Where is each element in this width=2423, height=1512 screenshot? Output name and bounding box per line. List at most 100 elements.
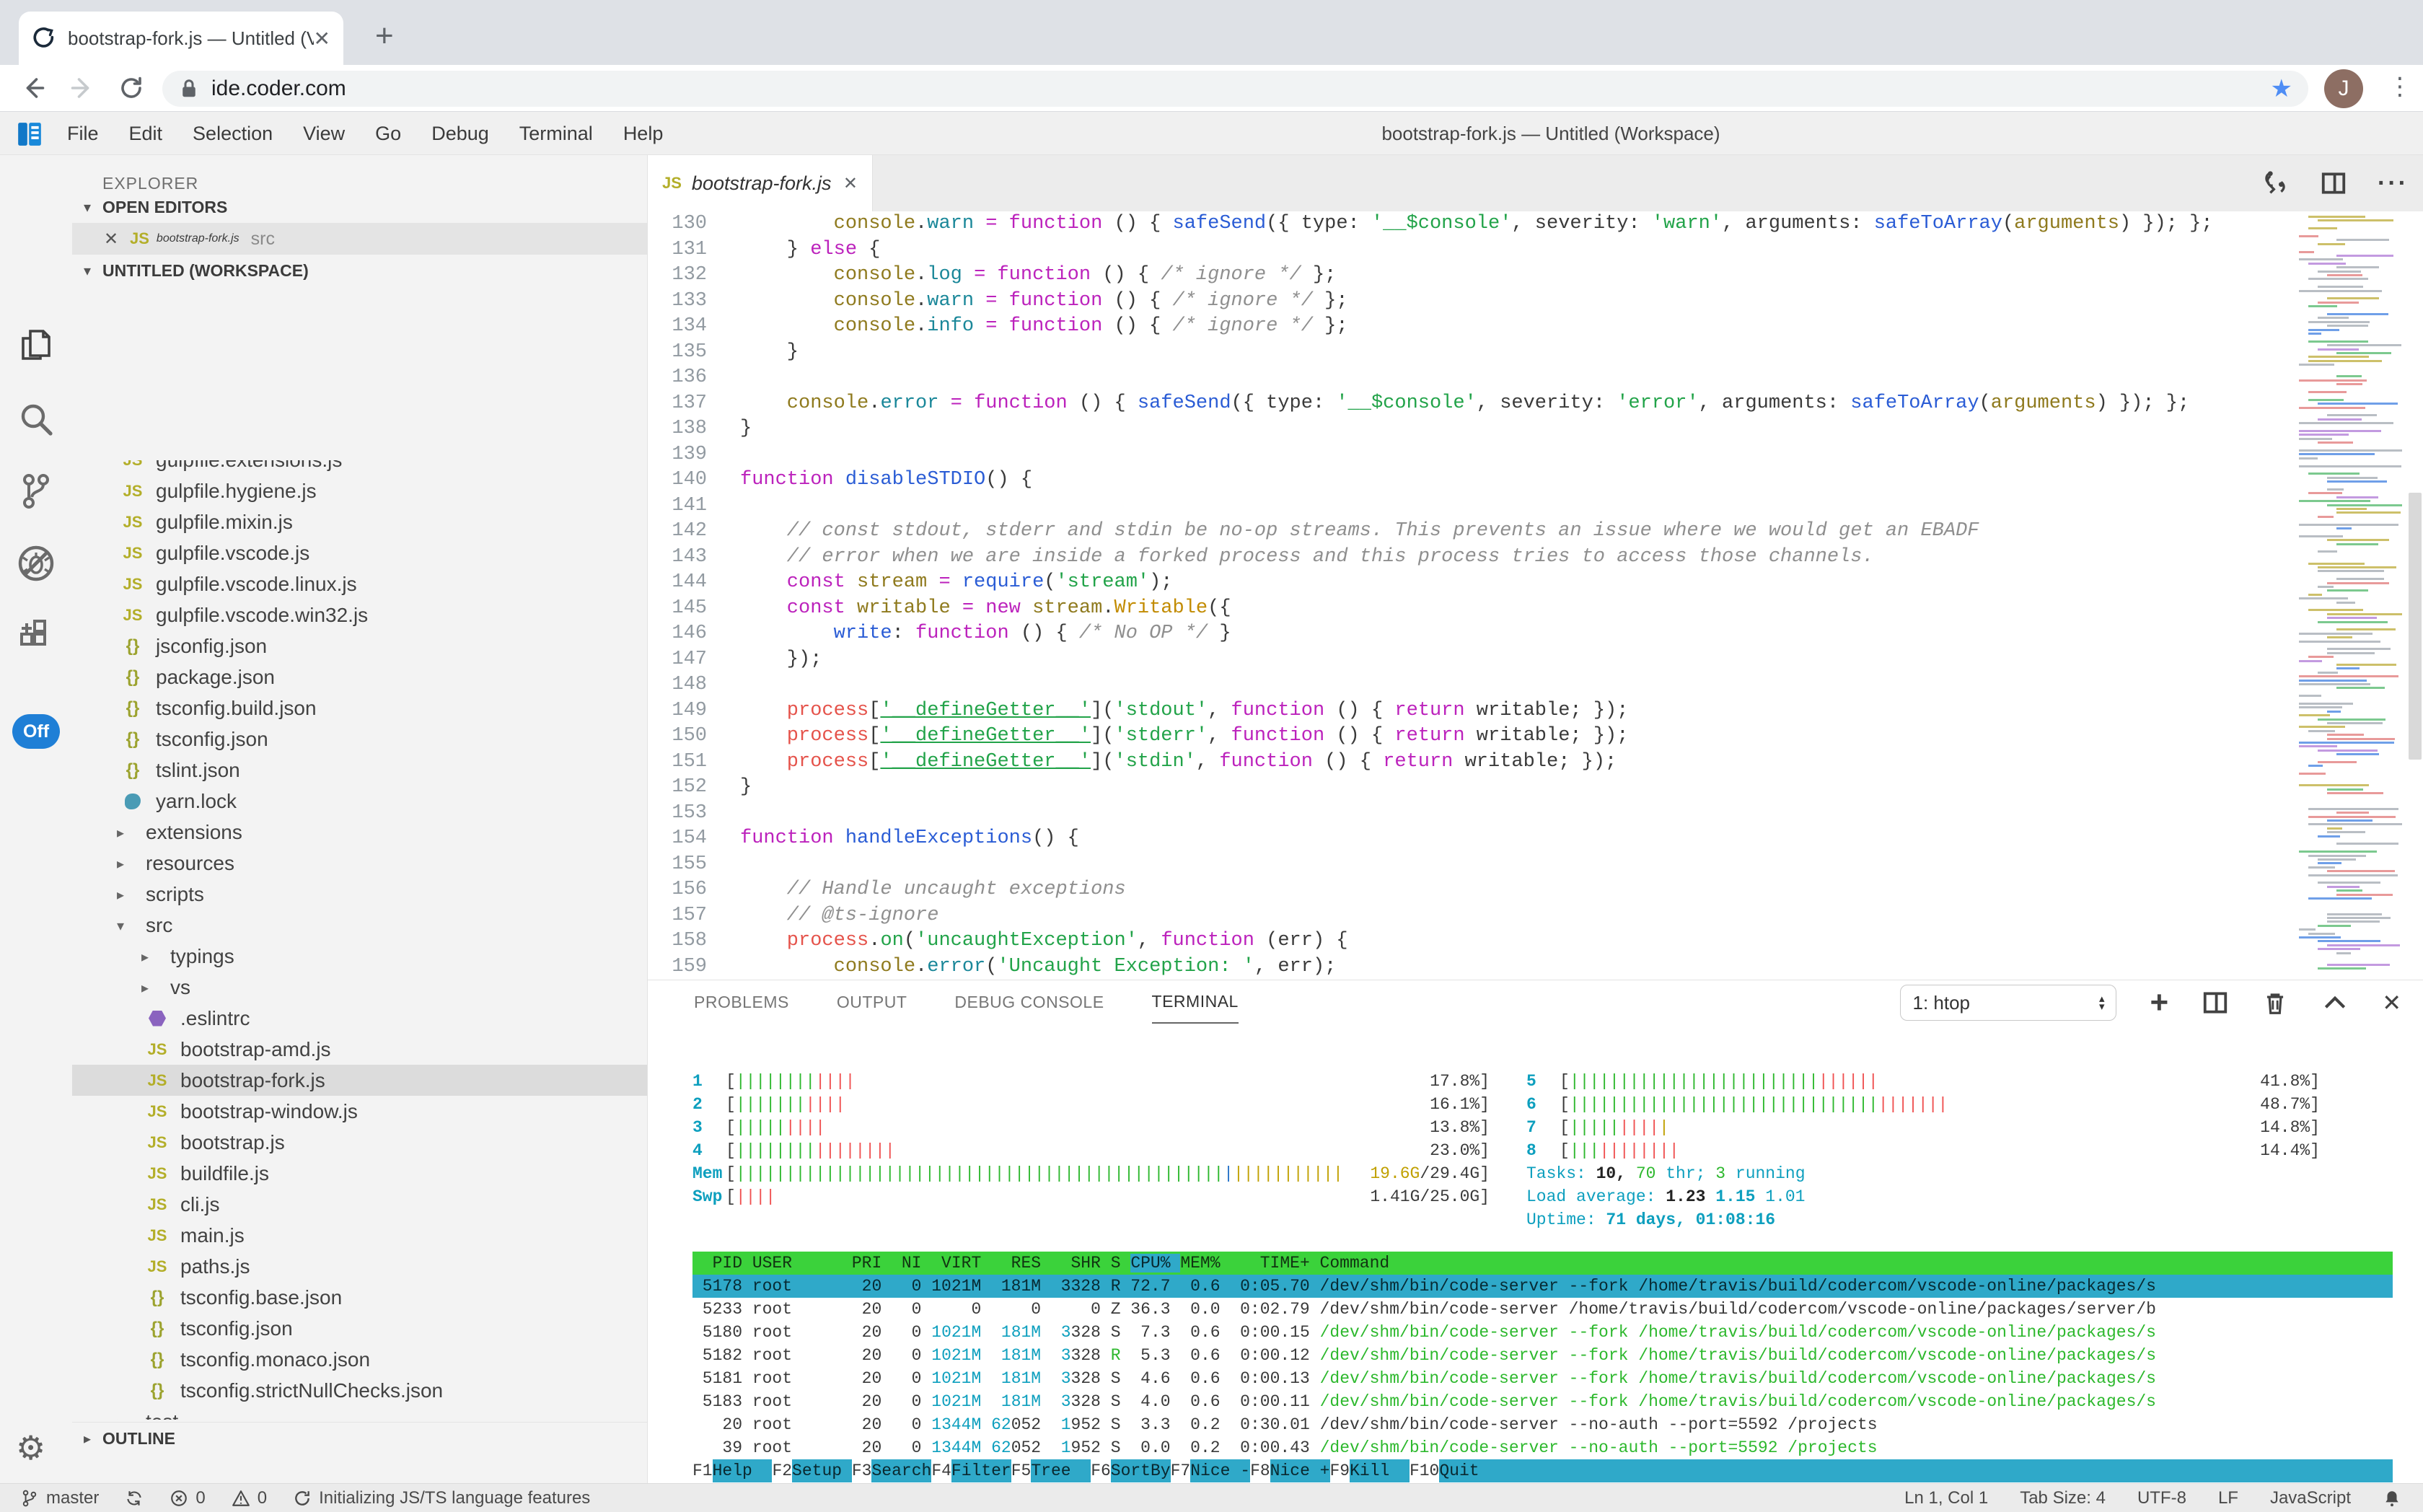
tree-item-jsconfig.json[interactable]: {}jsconfig.json — [72, 630, 647, 662]
panel-tab-problems[interactable]: PROBLEMS — [694, 980, 789, 1024]
tree-item-tslint.json[interactable]: {}tslint.json — [72, 755, 647, 786]
new-terminal-icon[interactable]: + — [2150, 988, 2168, 1017]
tree-item-vs[interactable]: ▸vs — [72, 972, 647, 1003]
status-javascript[interactable]: JavaScript — [2270, 1488, 2351, 1508]
tree-item-typings[interactable]: ▸typings — [72, 941, 647, 972]
editor-tab[interactable]: JS bootstrap-fork.js ✕ — [648, 155, 873, 211]
explorer-icon[interactable] — [16, 327, 56, 367]
tree-item-test[interactable]: ▸test — [72, 1406, 647, 1420]
tree-item-gulpfile.vscode.js[interactable]: JSgulpfile.vscode.js — [72, 537, 647, 568]
status-0[interactable]: 0 — [170, 1488, 205, 1508]
tree-item-src[interactable]: ▾src — [72, 910, 647, 941]
menu-debug[interactable]: Debug — [416, 123, 504, 145]
htop-F5-label[interactable]: Tree — [1031, 1459, 1091, 1482]
htop-F10-label[interactable]: Quit — [1439, 1459, 2393, 1482]
htop-process-row[interactable]: 5178 root 20 0 1021M 181M 3328 R 72.7 0.… — [692, 1275, 2393, 1298]
tree-item-tsconfig.json[interactable]: {}tsconfig.json — [72, 1313, 647, 1344]
htop-process-row[interactable]: 5183 root 20 0 1021M 181M 3328 S 4.0 0.6… — [692, 1390, 2393, 1413]
close-panel-icon[interactable]: ✕ — [2382, 989, 2401, 1016]
tree-item-cli.js[interactable]: JScli.js — [72, 1189, 647, 1220]
maximize-panel-icon[interactable] — [2321, 989, 2349, 1016]
menu-view[interactable]: View — [288, 123, 360, 145]
minimap[interactable] — [2296, 216, 2406, 973]
htop-process-row[interactable]: 20 root 20 0 1344M 62052 1952 S 3.3 0.2 … — [692, 1413, 2393, 1436]
status-utf-8[interactable]: UTF-8 — [2137, 1488, 2186, 1508]
new-tab-button[interactable]: + — [375, 20, 394, 52]
outline-header[interactable]: ▸ OUTLINE — [72, 1422, 647, 1454]
browser-tab[interactable]: bootstrap-fork.js — Untitled (V ✕ — [19, 12, 343, 65]
open-editor-item[interactable]: ✕ JS bootstrap-fork.js src — [72, 223, 647, 255]
browser-tab-close-icon[interactable]: ✕ — [314, 27, 330, 50]
terminal[interactable]: 1[||||||||||||17.8%]2[|||||||||||16.1%]3… — [648, 1024, 2423, 1483]
htop-F2-label[interactable]: Setup — [792, 1459, 852, 1482]
htop-F8-label[interactable]: Nice + — [1270, 1459, 1330, 1482]
htop-F6-label[interactable]: SortBy — [1111, 1459, 1171, 1482]
tree-item-bootstrap-amd.js[interactable]: JSbootstrap-amd.js — [72, 1034, 647, 1065]
menu-selection[interactable]: Selection — [177, 123, 288, 145]
menu-edit[interactable]: Edit — [114, 123, 178, 145]
htop-F9-label[interactable]: Kill — [1350, 1459, 1410, 1482]
search-icon[interactable] — [16, 399, 56, 439]
htop-process-row[interactable]: 5182 root 20 0 1021M 181M 3328 R 5.3 0.6… — [692, 1344, 2393, 1367]
tree-item-.eslintrc[interactable]: .eslintrc — [72, 1003, 647, 1034]
back-icon[interactable] — [16, 71, 50, 105]
tree-item-main.js[interactable]: JSmain.js — [72, 1220, 647, 1251]
tree-item-bootstrap.js[interactable]: JSbootstrap.js — [72, 1127, 647, 1158]
tree-item-tsconfig.strictNullChecks.json[interactable]: {}tsconfig.strictNullChecks.json — [72, 1375, 647, 1406]
status-sync[interactable] — [125, 1489, 144, 1508]
tree-item-gulpfile.vscode.linux.js[interactable]: JSgulpfile.vscode.linux.js — [72, 568, 647, 599]
htop-F4-label[interactable]: Filter — [951, 1459, 1011, 1482]
htop-F7-label[interactable]: Nice - — [1190, 1459, 1250, 1482]
htop-process-row[interactable]: 5181 root 20 0 1021M 181M 3328 S 4.6 0.6… — [692, 1367, 2393, 1390]
tree-item-bootstrap-fork.js[interactable]: JSbootstrap-fork.js — [72, 1065, 647, 1096]
panel-tab-output[interactable]: OUTPUT — [837, 980, 907, 1024]
htop-F6-key[interactable]: F6 — [1091, 1459, 1111, 1482]
htop-F1-key[interactable]: F1 — [692, 1459, 713, 1482]
htop-F10-key[interactable]: F10 — [1410, 1459, 1439, 1482]
tree-item-extensions[interactable]: ▸extensions — [72, 817, 647, 848]
tree-item-package.json[interactable]: {}package.json — [72, 662, 647, 693]
menu-go[interactable]: Go — [360, 123, 416, 145]
panel-tab-terminal[interactable]: TERMINAL — [1152, 980, 1239, 1024]
switch-editor-icon[interactable] — [2261, 169, 2290, 198]
htop-F3-key[interactable]: F3 — [852, 1459, 872, 1482]
more-actions-icon[interactable]: ··· — [2378, 170, 2409, 198]
url-bar[interactable]: ide.coder.com ★ — [162, 71, 2308, 107]
htop-F8-key[interactable]: F8 — [1250, 1459, 1270, 1482]
editor-tab-close-icon[interactable]: ✕ — [843, 173, 858, 193]
tree-item-paths.js[interactable]: JSpaths.js — [72, 1251, 647, 1282]
workspace-header[interactable]: ▾ UNTITLED (WORKSPACE) — [72, 255, 647, 286]
tree-item-tsconfig.json[interactable]: {}tsconfig.json — [72, 724, 647, 755]
htop-process-row[interactable]: 5233 root 20 0 0 0 0 Z 36.3 0.0 0:02.79 … — [692, 1298, 2393, 1321]
tree-item-tsconfig.monaco.json[interactable]: {}tsconfig.monaco.json — [72, 1344, 647, 1375]
status-0[interactable]: 0 — [232, 1488, 267, 1508]
status-master[interactable]: master — [20, 1488, 99, 1508]
reload-icon[interactable] — [114, 71, 149, 105]
htop-F5-key[interactable]: F5 — [1011, 1459, 1032, 1482]
avatar[interactable]: J — [2324, 69, 2363, 108]
scrollbar-thumb[interactable] — [2409, 493, 2422, 760]
extensions-icon[interactable] — [16, 615, 56, 656]
debug-disabled-icon[interactable] — [16, 543, 56, 584]
status-lf[interactable]: LF — [2218, 1488, 2238, 1508]
tree-item-gulpfile.mixin.js[interactable]: JSgulpfile.mixin.js — [72, 506, 647, 537]
htop-process-row[interactable]: 5180 root 20 0 1021M 181M 3328 S 7.3 0.6… — [692, 1321, 2393, 1344]
tree-item-resources[interactable]: ▸resources — [72, 848, 647, 879]
status-tab-size-4[interactable]: Tab Size: 4 — [2020, 1488, 2106, 1508]
htop-F4-key[interactable]: F4 — [931, 1459, 951, 1482]
settings-gear-icon[interactable]: ⚙ — [16, 1428, 45, 1467]
bookmark-star-icon[interactable]: ★ — [2271, 74, 2292, 103]
htop-F9-key[interactable]: F9 — [1330, 1459, 1350, 1482]
menu-help[interactable]: Help — [608, 123, 679, 145]
status-ln-1-col-1[interactable]: Ln 1, Col 1 — [1904, 1488, 1988, 1508]
htop-F7-key[interactable]: F7 — [1171, 1459, 1191, 1482]
tree-item-gulpfile.extensions.js[interactable]: JSgulpfile.extensions.js — [72, 460, 647, 475]
htop-F3-label[interactable]: Search — [871, 1459, 931, 1482]
code-editor[interactable]: 130 console.warn = function () { safeSen… — [648, 211, 2423, 980]
tree-item-bootstrap-window.js[interactable]: JSbootstrap-window.js — [72, 1096, 647, 1127]
open-editors-header[interactable]: ▾ OPEN EDITORS — [72, 191, 647, 223]
panel-tab-debug-console[interactable]: DEBUG CONSOLE — [954, 980, 1104, 1024]
status-bell[interactable] — [2383, 1489, 2401, 1508]
htop-F2-key[interactable]: F2 — [772, 1459, 792, 1482]
split-editor-icon[interactable] — [2320, 170, 2347, 197]
